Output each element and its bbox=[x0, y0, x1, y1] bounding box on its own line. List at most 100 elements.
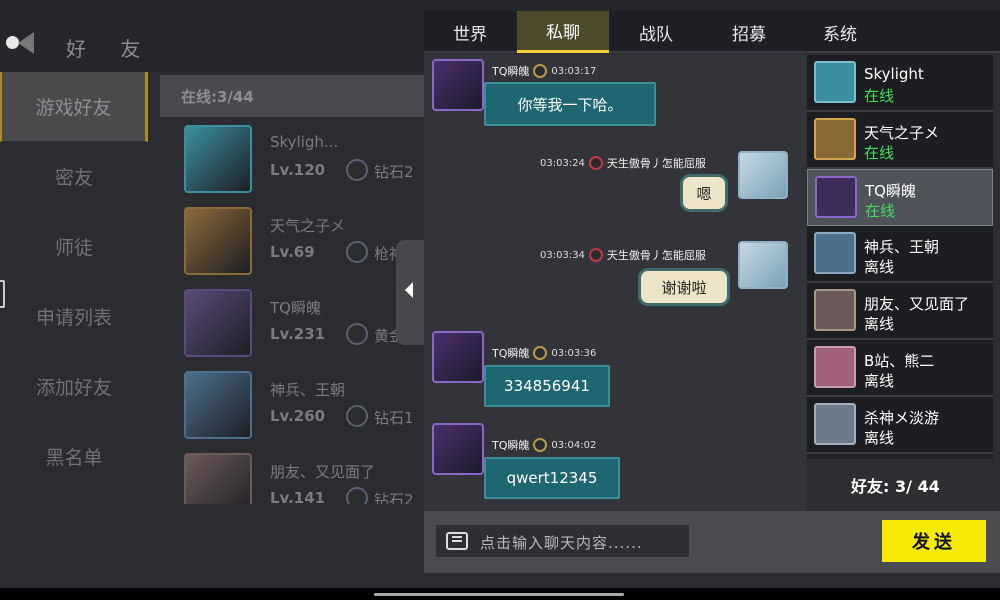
contact-name: TQ瞬魄 bbox=[865, 182, 916, 200]
contact-row[interactable]: Skylight 在线 bbox=[807, 55, 993, 112]
friend-avatar bbox=[184, 125, 252, 193]
friend-name: Skyligh... bbox=[270, 133, 339, 151]
contact-avatar bbox=[814, 403, 856, 445]
friend-level: Lv.231 bbox=[270, 325, 326, 343]
back-arrow-icon bbox=[18, 32, 34, 54]
friend-level: Lv.69 bbox=[270, 243, 315, 261]
message-meta: TQ瞬魄 03:04:02 bbox=[492, 437, 596, 453]
sender-name: 天生傲骨丿怎能屈服 bbox=[606, 157, 706, 170]
rank-badge-icon bbox=[346, 487, 368, 504]
message-time: 03:04:02 bbox=[551, 439, 597, 451]
chat-message: TQ瞬魄 03:03:36 334856941 bbox=[424, 327, 806, 407]
contact-row[interactable]: B站、熊二 离线 bbox=[807, 340, 993, 397]
contact-avatar bbox=[814, 289, 856, 331]
sender-avatar[interactable] bbox=[432, 59, 484, 111]
message-bubble: 谢谢啦 bbox=[638, 268, 730, 306]
friend-level: Lv.120 bbox=[270, 161, 326, 179]
contact-status: 离线 bbox=[864, 372, 895, 390]
my-avatar[interactable] bbox=[738, 241, 788, 289]
menu-requests[interactable]: 申请列表 bbox=[0, 282, 148, 352]
friend-level: Lv.141 bbox=[270, 489, 326, 504]
message-meta: TQ瞬魄 03:03:36 bbox=[492, 345, 596, 361]
contact-row[interactable]: 神兵、王朝 离线 bbox=[807, 226, 993, 283]
message-time: 03:03:17 bbox=[551, 65, 597, 77]
contact-row[interactable]: 朋友、又见面了 离线 bbox=[807, 283, 993, 340]
contact-status: 在线 bbox=[865, 202, 896, 220]
menu-add-friend[interactable]: 添加好友 bbox=[0, 352, 148, 422]
message-meta: TQ瞬魄 03:03:17 bbox=[492, 63, 596, 79]
my-avatar[interactable] bbox=[738, 151, 788, 199]
back-button[interactable] bbox=[0, 28, 44, 58]
collapse-chat-button[interactable] bbox=[396, 240, 426, 345]
vip-badge-icon bbox=[533, 438, 548, 452]
contact-name: Skylight bbox=[864, 65, 924, 83]
contact-avatar bbox=[814, 346, 856, 388]
friend-row[interactable]: 天气之子メ Lv.69 枪神 bbox=[160, 201, 430, 283]
page-title: 好 友 bbox=[66, 37, 155, 61]
chat-panel: 世界 私聊 战队 招募 系统 TQ瞬魄 03:03:17 你等我一下哈。 03:… bbox=[424, 11, 1000, 573]
contact-status: 离线 bbox=[864, 315, 895, 333]
chat-tabs: 世界 私聊 战队 招募 系统 bbox=[424, 11, 1000, 53]
contact-avatar bbox=[815, 176, 857, 218]
message-list[interactable]: TQ瞬魄 03:03:17 你等我一下哈。 03:03:24 天生傲骨丿怎能屈服… bbox=[424, 55, 806, 521]
side-handle-icon[interactable] bbox=[0, 280, 5, 308]
contact-name: 神兵、王朝 bbox=[864, 238, 940, 256]
contact-name: 天气之子メ bbox=[864, 124, 940, 142]
menu-mentor[interactable]: 师徒 bbox=[0, 212, 148, 282]
chat-input-bar: 点击输入聊天内容...... 发送 bbox=[424, 511, 1000, 573]
message-time: 03:03:36 bbox=[551, 347, 597, 359]
chat-message: TQ瞬魄 03:03:17 你等我一下哈。 bbox=[424, 55, 806, 135]
rank-badge-icon bbox=[346, 405, 368, 427]
chat-message: 03:03:34 天生傲骨丿怎能屈服 谢谢啦 bbox=[424, 235, 806, 306]
contact-row-selected[interactable]: TQ瞬魄 在线 bbox=[807, 169, 993, 226]
rank-badge-icon bbox=[346, 159, 368, 181]
vip-badge-icon bbox=[533, 64, 548, 78]
online-count-bar: 在线:3/44 bbox=[160, 75, 430, 117]
contact-status: 在线 bbox=[864, 144, 895, 162]
rank-badge-icon bbox=[346, 241, 368, 263]
friend-name: 天气之子メ bbox=[270, 217, 346, 235]
contact-status: 离线 bbox=[864, 429, 895, 447]
friend-name: TQ瞬魄 bbox=[270, 299, 321, 317]
rank-badge-icon bbox=[588, 156, 603, 170]
menu-blacklist[interactable]: 黑名单 bbox=[0, 422, 148, 492]
contact-row[interactable]: 杀神メ淡游 离线 bbox=[807, 397, 993, 454]
chevron-left-icon bbox=[405, 282, 413, 298]
friend-name: 神兵、王朝 bbox=[270, 381, 346, 399]
contact-name: 杀神メ淡游 bbox=[864, 409, 940, 427]
menu-close-friends[interactable]: 密友 bbox=[0, 142, 148, 212]
friend-row[interactable]: TQ瞬魄 Lv.231 黄金 bbox=[160, 283, 430, 365]
contact-status: 在线 bbox=[864, 87, 895, 105]
contact-name: B站、熊二 bbox=[864, 352, 935, 370]
friend-avatar bbox=[184, 453, 252, 504]
friend-avatar bbox=[184, 289, 252, 357]
message-meta: 03:03:24 天生傲骨丿怎能屈服 bbox=[540, 155, 706, 171]
friend-list: Skyligh... Lv.120 钻石2 天气之子メ Lv.69 枪神 TQ瞬… bbox=[160, 119, 430, 504]
menu-game-friends[interactable]: 游戏好友 bbox=[0, 72, 148, 142]
home-gesture-handle[interactable] bbox=[374, 593, 624, 596]
sender-name: 天生傲骨丿怎能屈服 bbox=[606, 249, 706, 262]
friend-row[interactable]: Skyligh... Lv.120 钻石2 bbox=[160, 119, 430, 201]
friend-row[interactable]: 神兵、王朝 Lv.260 钻石1 bbox=[160, 365, 430, 447]
tab-private[interactable]: 私聊 bbox=[517, 11, 609, 53]
friend-level: Lv.260 bbox=[270, 407, 326, 425]
friend-avatar bbox=[184, 207, 252, 275]
message-bubble: 你等我一下哈。 bbox=[484, 82, 656, 126]
tab-system[interactable]: 系统 bbox=[794, 11, 886, 53]
friend-row[interactable]: 朋友、又见面了 Lv.141 钻石2 bbox=[160, 447, 430, 504]
friend-avatar bbox=[184, 371, 252, 439]
contact-avatar bbox=[814, 118, 856, 160]
tab-recruit[interactable]: 招募 bbox=[703, 11, 795, 53]
tab-team[interactable]: 战队 bbox=[610, 11, 702, 53]
contact-row[interactable]: 天气之子メ 在线 bbox=[807, 112, 993, 169]
chat-bubble-icon bbox=[446, 532, 468, 550]
contact-avatar bbox=[814, 232, 856, 274]
tab-world[interactable]: 世界 bbox=[424, 11, 516, 53]
friend-rank: 钻石1 bbox=[374, 409, 414, 427]
message-bubble: 嗯 bbox=[680, 174, 728, 212]
friend-rank: 钻石2 bbox=[374, 163, 414, 181]
sender-avatar[interactable] bbox=[432, 423, 484, 475]
chat-message: 03:03:24 天生傲骨丿怎能屈服 嗯 bbox=[424, 147, 806, 217]
sender-avatar[interactable] bbox=[432, 331, 484, 383]
send-button[interactable]: 发送 bbox=[882, 520, 986, 562]
